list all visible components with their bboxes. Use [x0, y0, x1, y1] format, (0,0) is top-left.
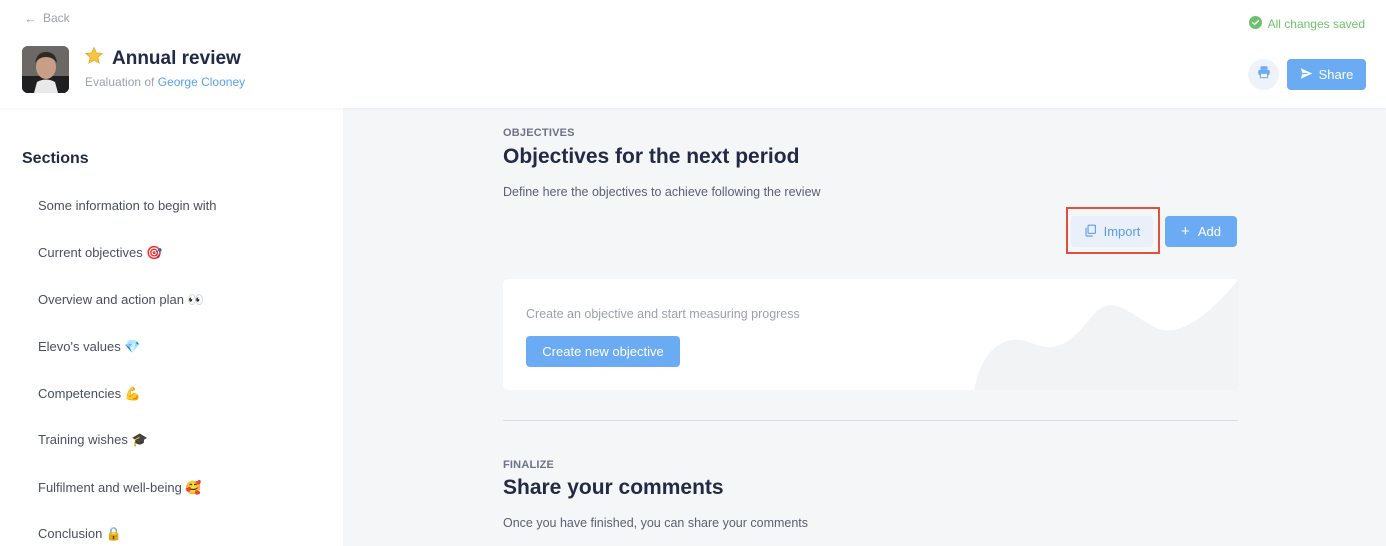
sections-title: Sections — [22, 150, 89, 167]
empty-objectives-card: Create an objective and start measuring … — [503, 279, 1239, 390]
add-objective-button[interactable]: + Add — [1165, 216, 1237, 247]
sections-sidebar: Sections Some information to begin with … — [0, 108, 343, 546]
finalize-eyebrow: FINALIZE — [503, 459, 555, 471]
send-icon — [1300, 67, 1313, 83]
page-subtitle: Evaluation of George Clooney — [85, 75, 245, 89]
sidebar-item-current-objectives[interactable]: Current objectives 🎯 — [38, 245, 163, 261]
page-title: Annual review — [112, 47, 241, 69]
sidebar-item-competencies[interactable]: Competencies 💪 — [38, 386, 141, 402]
share-button[interactable]: Share — [1287, 59, 1366, 90]
title-row: Annual review — [84, 46, 241, 71]
finalize-description: Once you have finished, you can share yo… — [503, 516, 809, 530]
share-label: Share — [1318, 67, 1354, 82]
printer-icon — [1257, 65, 1271, 84]
sidebar-item-some-information[interactable]: Some information to begin with — [38, 198, 216, 213]
finalize-title: Share your comments — [503, 476, 724, 499]
reviewee-link[interactable]: George Clooney — [158, 75, 245, 89]
print-button[interactable] — [1248, 59, 1279, 90]
objectives-description: Define here the objectives to achieve fo… — [503, 185, 821, 199]
decorative-wave — [974, 279, 1239, 390]
star-icon — [84, 46, 104, 71]
main-content: OBJECTIVES Objectives for the next perio… — [343, 108, 1386, 546]
back-link[interactable]: ← Back — [24, 11, 70, 25]
sidebar-item-training-wishes[interactable]: Training wishes 🎓 — [38, 432, 148, 448]
avatar — [22, 46, 69, 93]
save-status-text: All changes saved — [1267, 17, 1365, 31]
sidebar-item-fulfilment[interactable]: Fulfilment and well-being 🥰 — [38, 480, 202, 496]
sidebar-item-overview-action-plan[interactable]: Overview and action plan 👀 — [38, 292, 204, 308]
import-label: Import — [1103, 224, 1141, 239]
section-divider — [503, 420, 1238, 421]
subtitle-prefix: Evaluation of — [85, 75, 155, 89]
copy-icon — [1084, 224, 1097, 240]
plus-icon: + — [1181, 223, 1190, 240]
import-button[interactable]: Import — [1071, 216, 1153, 247]
objectives-title: Objectives for the next period — [503, 145, 800, 168]
empty-state-text: Create an objective and start measuring … — [526, 307, 800, 321]
back-label: Back — [43, 11, 70, 25]
sidebar-item-conclusion[interactable]: Conclusion 🔒 — [38, 526, 122, 542]
create-objective-button[interactable]: Create new objective — [526, 336, 680, 367]
objectives-eyebrow: OBJECTIVES — [503, 127, 575, 139]
check-circle-icon — [1248, 16, 1262, 32]
arrow-left-icon: ← — [24, 10, 37, 26]
add-label: Add — [1197, 224, 1221, 239]
sidebar-item-elevo-values[interactable]: Elevo's values 💎 — [38, 339, 141, 355]
save-status: All changes saved — [1248, 16, 1365, 32]
page-header: ← Back Annual review Evaluation of Georg… — [0, 0, 1386, 108]
